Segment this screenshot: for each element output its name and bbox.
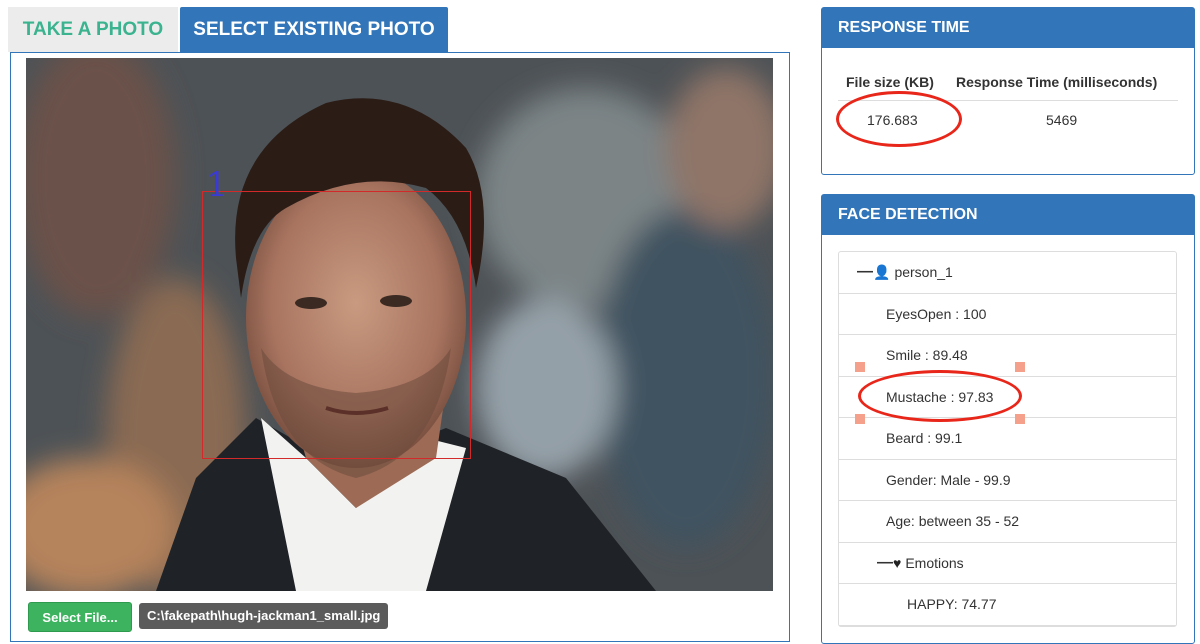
selection-handle[interactable] xyxy=(1015,362,1025,372)
tree-item-smile: Smile : 89.48 xyxy=(839,335,1176,377)
file-size-column-header: File size (KB) xyxy=(846,74,934,90)
minus-icon[interactable]: — xyxy=(877,554,893,572)
selection-handle[interactable] xyxy=(855,362,865,372)
minus-icon[interactable]: — xyxy=(857,263,873,281)
annotation-ellipse-file-size xyxy=(836,91,962,147)
file-path-label: C:\fakepath\hugh-jackman1_small.jpg xyxy=(139,603,389,629)
face-bounding-box xyxy=(202,191,471,459)
attribute-text: Beard : 99.1 xyxy=(886,430,963,447)
attribute-text: Smile : 89.48 xyxy=(886,347,968,364)
select-file-button[interactable]: Select File... xyxy=(28,602,132,632)
annotation-ellipse-mustache xyxy=(858,370,1022,422)
attribute-text: Age: between 35 - 52 xyxy=(886,513,1020,530)
uploaded-photo: 1 xyxy=(26,58,773,591)
tree-item-age: Age: between 35 - 52 xyxy=(839,501,1176,543)
tree-item-happy: HAPPY: 74.77 xyxy=(839,584,1176,626)
tree-item-beard: Beard : 99.1 xyxy=(839,418,1176,460)
face-detection-panel: FACE DETECTION — 👤 person_1 EyesOpen : 1… xyxy=(821,194,1195,644)
response-time-header: RESPONSE TIME xyxy=(822,8,1194,48)
emotions-label: Emotions xyxy=(905,554,964,571)
response-time-column-header: Response Time (milliseconds) xyxy=(956,74,1158,90)
tab-select-existing-photo[interactable]: SELECT EXISTING PHOTO xyxy=(180,7,448,52)
person-label: person_1 xyxy=(894,264,953,281)
tree-item-gender: Gender: Male - 99.9 xyxy=(839,460,1176,501)
tree-item-eyes-open: EyesOpen : 100 xyxy=(839,294,1176,335)
tab-take-photo[interactable]: TAKE A PHOTO xyxy=(8,7,178,52)
selection-handle[interactable] xyxy=(855,414,865,424)
emotion-text: HAPPY: 74.77 xyxy=(907,596,997,613)
tree-node-emotions[interactable]: — ♥ Emotions xyxy=(839,543,1176,584)
face-detection-tree: — 👤 person_1 EyesOpen : 100 Smile : 89.4… xyxy=(838,251,1177,627)
tree-node-person[interactable]: — 👤 person_1 xyxy=(839,252,1176,294)
user-icon: 👤 xyxy=(873,263,891,280)
response-time-panel: RESPONSE TIME File size (KB) Response Ti… xyxy=(821,7,1195,175)
selection-handle[interactable] xyxy=(1015,414,1025,424)
attribute-text: EyesOpen : 100 xyxy=(886,305,987,322)
face-index-label: 1 xyxy=(206,165,228,205)
attribute-text: Gender: Male - 99.9 xyxy=(886,471,1011,488)
response-time-value: 5469 xyxy=(1046,112,1078,128)
face-detection-header: FACE DETECTION xyxy=(822,195,1194,235)
heart-icon: ♥ xyxy=(893,554,902,571)
photo-panel: 1 Select File... C:\fakepath\hugh-jackma… xyxy=(10,52,790,642)
